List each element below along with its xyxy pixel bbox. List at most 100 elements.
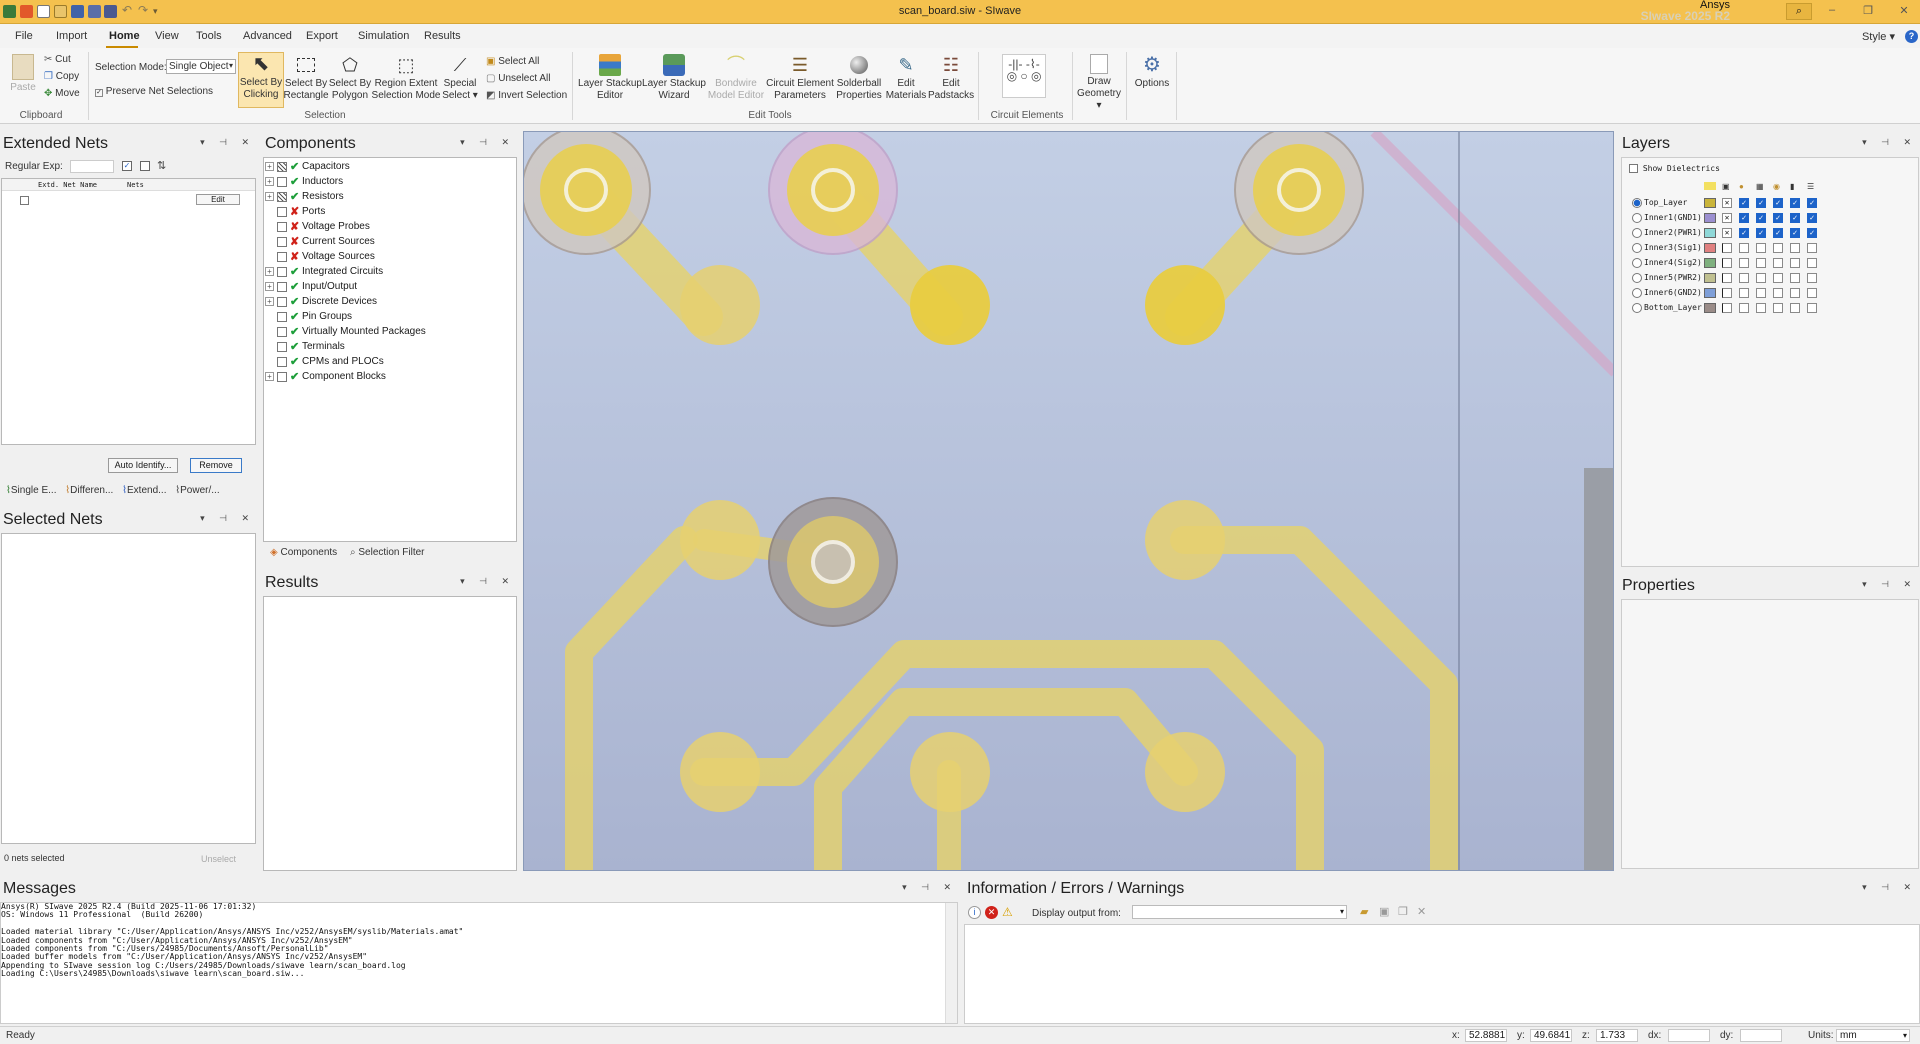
menu-home[interactable]: Home: [109, 30, 140, 42]
draw-geometry-button[interactable]: Draw Geometry ▾: [1076, 54, 1122, 112]
component-checkbox[interactable]: [277, 252, 287, 262]
expand-icon[interactable]: +: [265, 162, 274, 171]
layer-visibility-checkbox[interactable]: [1722, 273, 1732, 283]
layer-visibility-checkbox[interactable]: [1807, 258, 1817, 268]
component-tree-item[interactable]: ✘ Voltage Sources: [264, 250, 514, 265]
layer-visibility-checkbox[interactable]: [1773, 258, 1783, 268]
panel-controls[interactable]: ▾ ⊣ ✕: [200, 137, 255, 148]
component-tree-item[interactable]: ✔ Pin Groups: [264, 310, 514, 325]
layer-visibility-checkbox[interactable]: [1739, 303, 1749, 313]
layer-visibility-checkbox[interactable]: ✓: [1807, 228, 1817, 238]
panel-controls[interactable]: ▾ ⊣ ✕: [1862, 579, 1917, 590]
info-icon[interactable]: i: [968, 906, 981, 919]
component-checkbox[interactable]: [277, 327, 287, 337]
scrollbar[interactable]: [945, 903, 957, 1023]
layer-visibility-checkbox[interactable]: ✕: [1722, 213, 1732, 223]
layer-visibility-checkbox[interactable]: [1756, 243, 1766, 253]
layer-visibility-checkbox[interactable]: ✓: [1756, 213, 1766, 223]
options-button[interactable]: ⚙ Options: [1132, 54, 1172, 90]
board-view[interactable]: [524, 132, 1614, 871]
tab-extended[interactable]: ⌇Extend...: [122, 485, 166, 496]
help-icon[interactable]: ?: [1905, 30, 1918, 43]
style-menu[interactable]: Style ▾: [1862, 30, 1895, 43]
layer-visibility-checkbox[interactable]: ✓: [1773, 198, 1783, 208]
layer-radio[interactable]: [1632, 288, 1642, 298]
move-button[interactable]: ✥ Move: [44, 88, 80, 99]
component-tree-item[interactable]: + ✔ Resistors: [264, 190, 514, 205]
layer-visibility-checkbox[interactable]: ✓: [1739, 198, 1749, 208]
check-all-icon[interactable]: ✓: [122, 161, 132, 171]
component-tree-item[interactable]: ✔ CPMs and PLOCs: [264, 355, 514, 370]
component-checkbox[interactable]: [277, 177, 287, 187]
layer-visibility-checkbox[interactable]: [1790, 288, 1800, 298]
component-tree-item[interactable]: + ✔ Discrete Devices: [264, 295, 514, 310]
panel-controls[interactable]: ▾ ⊣ ✕: [460, 576, 515, 587]
layer-radio[interactable]: [1632, 198, 1642, 208]
layer-visibility-checkbox[interactable]: [1790, 303, 1800, 313]
layer-visibility-checkbox[interactable]: [1722, 258, 1732, 268]
bondwire-model-editor-button[interactable]: ⌒ Bondwire Model Editor: [706, 54, 766, 102]
layer-visibility-checkbox[interactable]: ✓: [1790, 228, 1800, 238]
expand-icon[interactable]: +: [265, 267, 274, 276]
layer-visibility-checkbox[interactable]: [1756, 288, 1766, 298]
layer-visibility-checkbox[interactable]: [1739, 288, 1749, 298]
layer-color-swatch[interactable]: [1704, 228, 1716, 238]
expand-icon[interactable]: +: [265, 177, 274, 186]
component-tree-item[interactable]: ✔ Terminals: [264, 340, 514, 355]
save-icon[interactable]: ▣: [1379, 905, 1389, 918]
component-checkbox[interactable]: [277, 267, 287, 277]
layer-radio[interactable]: [1632, 258, 1642, 268]
panel-controls[interactable]: ▾ ⊣ ✕: [902, 882, 957, 893]
component-checkbox[interactable]: [277, 342, 287, 352]
preserve-net-checkbox[interactable]: ✓ Preserve Net Selections: [95, 86, 213, 97]
regexp-input[interactable]: [70, 160, 114, 173]
layer-visibility-checkbox[interactable]: [1773, 273, 1783, 283]
menu-results[interactable]: Results: [424, 30, 461, 42]
layer-visibility-checkbox[interactable]: [1790, 258, 1800, 268]
layer-color-swatch[interactable]: [1704, 273, 1716, 283]
search-icon[interactable]: ⌕: [1786, 3, 1812, 20]
layer-visibility-checkbox[interactable]: ✕: [1722, 228, 1732, 238]
component-checkbox[interactable]: [277, 297, 287, 307]
layer-visibility-checkbox[interactable]: [1722, 243, 1732, 253]
error-icon[interactable]: ✕: [985, 906, 998, 919]
panel-controls[interactable]: ▾ ⊣ ✕: [1862, 137, 1917, 148]
open-folder-icon[interactable]: ▰: [1360, 905, 1368, 918]
component-checkbox[interactable]: [277, 222, 287, 232]
paste-button[interactable]: Paste: [6, 54, 40, 94]
panel-controls[interactable]: ▾ ⊣ ✕: [200, 513, 255, 524]
component-tree-item[interactable]: ✘ Ports: [264, 205, 514, 220]
layer-color-swatch[interactable]: [1704, 288, 1716, 298]
messages-log[interactable]: Ansys(R) SIwave 2025 R2.4 (Build 2025-11…: [0, 902, 958, 1024]
layer-color-swatch[interactable]: [1704, 243, 1716, 253]
expand-icon[interactable]: +: [265, 192, 274, 201]
layer-visibility-checkbox[interactable]: [1739, 243, 1749, 253]
layer-visibility-checkbox[interactable]: [1722, 288, 1732, 298]
layer-stackup-editor-button[interactable]: Layer Stackup Editor: [578, 54, 642, 102]
special-select-button[interactable]: ⟋ Special Select ▾: [440, 54, 480, 102]
component-tree-item[interactable]: + ✔ Component Blocks: [264, 370, 514, 385]
panel-controls[interactable]: ▾ ⊣ ✕: [460, 137, 515, 148]
component-checkbox[interactable]: [277, 282, 287, 292]
layer-row[interactable]: Inner1(GND1) ✕ ✓ ✓ ✓ ✓ ✓: [1622, 211, 1912, 225]
component-tree-item[interactable]: + ✔ Integrated Circuits: [264, 265, 514, 280]
tab-differential[interactable]: ⌇Differen...: [65, 485, 113, 496]
layer-visibility-checkbox[interactable]: ✓: [1773, 213, 1783, 223]
menu-tools[interactable]: Tools: [196, 30, 222, 42]
display-output-select[interactable]: ▾: [1132, 905, 1347, 919]
layer-visibility-checkbox[interactable]: [1790, 273, 1800, 283]
layer-visibility-checkbox[interactable]: ✓: [1807, 198, 1817, 208]
menu-export[interactable]: Export: [306, 30, 338, 42]
expand-icon[interactable]: +: [265, 282, 274, 291]
layer-radio[interactable]: [1632, 303, 1642, 313]
layer-stackup-wizard-button[interactable]: Layer Stackup Wizard: [641, 54, 707, 102]
expand-icon[interactable]: +: [265, 372, 274, 381]
expand-icon[interactable]: +: [265, 297, 274, 306]
layer-visibility-checkbox[interactable]: [1739, 273, 1749, 283]
layer-row[interactable]: Top_Layer ✕ ✓ ✓ ✓ ✓ ✓: [1622, 196, 1912, 210]
tab-single-ended[interactable]: ⌇Single E...: [6, 485, 56, 496]
tab-components[interactable]: ◈ Components: [270, 547, 337, 558]
layer-radio[interactable]: [1632, 228, 1642, 238]
layer-color-swatch[interactable]: [1704, 258, 1716, 268]
select-by-polygon-button[interactable]: ⬠ Select By Polygon: [328, 54, 372, 102]
